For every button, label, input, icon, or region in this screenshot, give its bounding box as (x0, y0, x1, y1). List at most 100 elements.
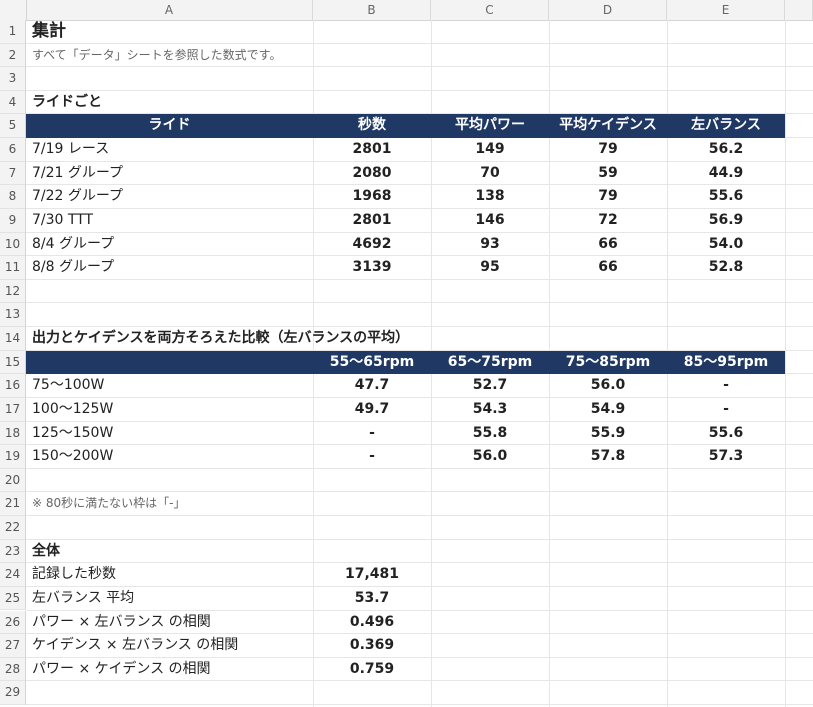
rides-header-2[interactable]: 平均パワー (431, 114, 549, 138)
compare-value[interactable]: - (667, 398, 785, 422)
row-header-12[interactable]: 12 (0, 279, 26, 304)
ride-seconds[interactable]: 2801 (313, 138, 431, 162)
row-header-23[interactable]: 23 (0, 539, 26, 564)
row-header-25[interactable]: 25 (0, 586, 26, 611)
compare-value[interactable]: 55.8 (431, 422, 549, 446)
row-header-16[interactable]: 16 (0, 374, 26, 398)
overall-value[interactable]: 53.7 (313, 587, 431, 611)
overall-value[interactable]: 0.369 (313, 634, 431, 658)
ride-name[interactable]: 8/8 グループ (26, 256, 313, 280)
overall-value[interactable]: 0.496 (313, 611, 431, 635)
ride-seconds[interactable]: 2080 (313, 162, 431, 186)
row-header-19[interactable]: 19 (0, 445, 26, 469)
compare-row-label[interactable]: 75〜100W (26, 374, 313, 398)
column-header-c[interactable]: C (431, 0, 549, 20)
column-header-a[interactable]: A (26, 0, 313, 20)
overall-label[interactable]: 記録した秒数 (26, 563, 313, 587)
sheet-subtitle[interactable]: すべて「データ」シートを参照した数式です。 (26, 44, 426, 68)
overall-label[interactable]: 左バランス 平均 (26, 587, 313, 611)
overall-label[interactable]: パワー × 左バランス の相関 (26, 611, 313, 635)
compare-value[interactable]: - (313, 445, 431, 469)
ride-left-balance[interactable]: 54.0 (667, 233, 785, 257)
compare-value[interactable]: 57.3 (667, 445, 785, 469)
ride-name[interactable]: 7/30 TTT (26, 209, 313, 233)
compare-value[interactable]: - (313, 422, 431, 446)
row-header-27[interactable]: 27 (0, 634, 26, 658)
rides-header-4[interactable]: 左バランス (667, 114, 785, 138)
ride-avg-power[interactable]: 146 (431, 209, 549, 233)
row-header-26[interactable]: 26 (0, 610, 26, 635)
row-header-6[interactable]: 6 (0, 138, 26, 162)
ride-left-balance[interactable]: 55.6 (667, 185, 785, 209)
row-header-5[interactable]: 5 (0, 114, 26, 139)
row-header-3[interactable]: 3 (0, 67, 26, 91)
ride-avg-power[interactable]: 149 (431, 138, 549, 162)
ride-seconds[interactable]: 3139 (313, 256, 431, 280)
rides-header-3[interactable]: 平均ケイデンス (549, 114, 667, 138)
row-header-10[interactable]: 10 (0, 232, 26, 257)
overall-value[interactable]: 0.759 (313, 658, 431, 682)
row-header-29[interactable]: 29 (0, 681, 26, 705)
row-header-4[interactable]: 4 (0, 90, 26, 115)
compare-header-1[interactable]: 55〜65rpm (313, 351, 431, 375)
compare-header-3[interactable]: 75〜85rpm (549, 351, 667, 375)
ride-name[interactable]: 8/4 グループ (26, 233, 313, 257)
overall-value[interactable]: 17,481 (313, 563, 431, 587)
rides-header-0[interactable]: ライド (26, 114, 313, 138)
select-all-corner[interactable] (0, 0, 27, 20)
row-header-1[interactable]: 1 (0, 20, 26, 44)
compare-value[interactable]: 52.7 (431, 374, 549, 398)
ride-name[interactable]: 7/21 グループ (26, 162, 313, 186)
note-text[interactable]: ※ 80秒に満たない枠は「-」 (26, 492, 426, 516)
rides-section-title[interactable]: ライドごと (26, 91, 426, 115)
column-header-d[interactable]: D (549, 0, 667, 20)
ride-left-balance[interactable]: 52.8 (667, 256, 785, 280)
compare-header-4[interactable]: 85〜95rpm (667, 351, 785, 375)
compare-value[interactable]: 49.7 (313, 398, 431, 422)
column-header-f[interactable] (785, 0, 813, 20)
compare-value[interactable]: 54.9 (549, 398, 667, 422)
row-header-15[interactable]: 15 (0, 350, 26, 375)
compare-value[interactable]: 55.6 (667, 422, 785, 446)
ride-avg-cadence[interactable]: 59 (549, 162, 667, 186)
ride-left-balance[interactable]: 56.9 (667, 209, 785, 233)
row-header-22[interactable]: 22 (0, 516, 26, 540)
row-header-8[interactable]: 8 (0, 185, 26, 209)
ride-avg-power[interactable]: 70 (431, 162, 549, 186)
compare-header-0[interactable] (26, 351, 313, 375)
row-header-20[interactable]: 20 (0, 468, 26, 493)
ride-name[interactable]: 7/19 レース (26, 138, 313, 162)
compare-value[interactable]: - (667, 374, 785, 398)
ride-avg-power[interactable]: 93 (431, 233, 549, 257)
compare-value[interactable]: 57.8 (549, 445, 667, 469)
row-header-17[interactable]: 17 (0, 397, 26, 422)
ride-left-balance[interactable]: 44.9 (667, 162, 785, 186)
sheet-title[interactable]: 集計 (26, 20, 426, 44)
row-header-18[interactable]: 18 (0, 421, 26, 446)
ride-avg-power[interactable]: 138 (431, 185, 549, 209)
row-header-13[interactable]: 13 (0, 303, 26, 328)
overall-label[interactable]: パワー × ケイデンス の相関 (26, 658, 313, 682)
ride-seconds[interactable]: 2801 (313, 209, 431, 233)
overall-section-title[interactable]: 全体 (26, 540, 313, 564)
row-header-24[interactable]: 24 (0, 563, 26, 587)
ride-name[interactable]: 7/22 グループ (26, 185, 313, 209)
ride-left-balance[interactable]: 56.2 (667, 138, 785, 162)
compare-section-title[interactable]: 出力とケイデンスを両方そろえた比較（左バランスの平均） (26, 327, 526, 351)
column-header-e[interactable]: E (667, 0, 785, 20)
ride-seconds[interactable]: 1968 (313, 185, 431, 209)
ride-avg-cadence[interactable]: 66 (549, 233, 667, 257)
column-header-b[interactable]: B (313, 0, 431, 20)
row-header-11[interactable]: 11 (0, 256, 26, 280)
ride-seconds[interactable]: 4692 (313, 233, 431, 257)
row-header-9[interactable]: 9 (0, 208, 26, 233)
compare-row-label[interactable]: 100〜125W (26, 398, 313, 422)
row-header-2[interactable]: 2 (0, 43, 26, 68)
ride-avg-cadence[interactable]: 79 (549, 185, 667, 209)
compare-value[interactable]: 47.7 (313, 374, 431, 398)
compare-row-label[interactable]: 150〜200W (26, 445, 313, 469)
ride-avg-power[interactable]: 95 (431, 256, 549, 280)
ride-avg-cadence[interactable]: 72 (549, 209, 667, 233)
row-header-21[interactable]: 21 (0, 492, 26, 516)
row-header-7[interactable]: 7 (0, 161, 26, 186)
